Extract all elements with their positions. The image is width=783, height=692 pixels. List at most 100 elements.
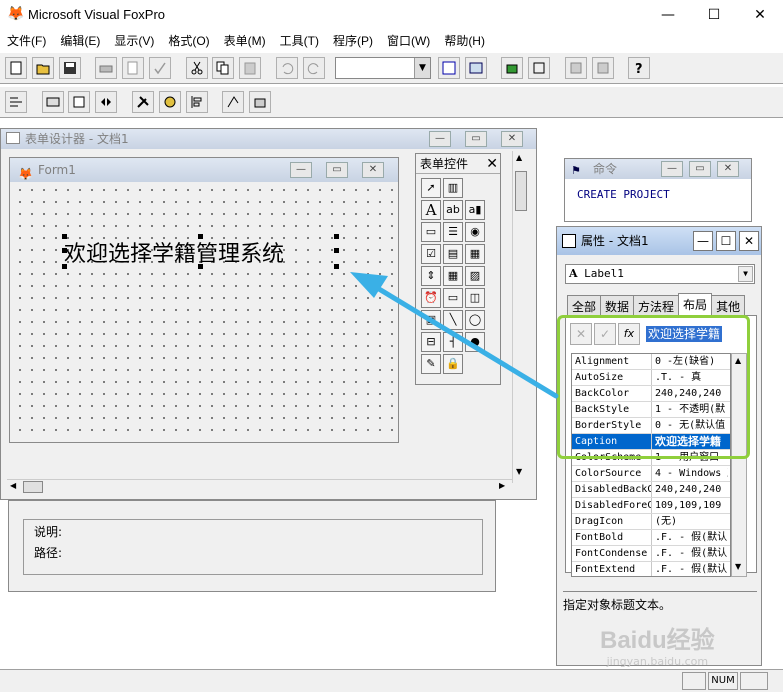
code-window-icon[interactable] [564,57,587,79]
class-library-icon[interactable]: ▥ [443,178,463,198]
autoformat-icon[interactable] [249,91,272,113]
form1-fox-icon: 🦊 [18,167,33,181]
tab-methods[interactable]: 方法程 [633,295,680,317]
form-designer-toolbar [0,86,783,118]
editbox-control-icon[interactable]: a▮ [465,200,485,220]
cmd-close-button[interactable]: ✕ [717,161,739,177]
object-dropdown-icon[interactable]: ▼ [738,266,753,282]
scroll-down-icon[interactable]: ▼ [516,467,522,476]
properties-icon[interactable] [68,91,91,113]
baidu-watermark: Baidu经验 jingyan.baidu.com [600,620,715,668]
props-maximize-button[interactable]: ☐ [716,231,736,251]
code-icon[interactable] [95,91,118,113]
undo-icon[interactable] [275,57,298,79]
tab-order-icon[interactable] [5,91,27,113]
menu-window[interactable]: 窗口(W) [380,30,437,51]
property-row[interactable]: DisabledForeC 109,109,109 [572,498,730,514]
tab-all[interactable]: 全部 [567,295,602,317]
new-file-icon[interactable] [5,57,27,79]
close-button[interactable]: ✕ [737,0,783,30]
resize-handle[interactable] [62,234,67,239]
open-folder-icon[interactable] [31,57,54,79]
cmd-maximize-button[interactable]: ▭ [689,161,711,177]
menu-help[interactable]: 帮助(H) [437,30,492,51]
app-title: Microsoft Visual FoxPro [28,7,166,22]
hscroll-thumb[interactable] [23,481,43,493]
command-text[interactable]: CREATE PROJECT [577,188,670,201]
property-row[interactable]: DragIcon (无) [572,514,730,530]
layout-toolbar-icon[interactable] [185,91,208,113]
data-environment-icon[interactable] [501,57,524,79]
textbox-control-icon[interactable]: ab [443,200,463,220]
menu-tools[interactable]: 工具(T) [273,30,326,51]
form1-minimize-button[interactable]: — [290,162,312,178]
form1-close-button[interactable]: ✕ [362,162,384,178]
select-pointer-icon[interactable]: ➚ [421,178,441,198]
props-close-button[interactable]: ✕ [739,231,759,251]
toolbar-combo[interactable]: ▼ [335,57,431,79]
command-button-icon[interactable]: ▭ [421,222,441,242]
menu-form[interactable]: 表单(M) [217,30,273,51]
property-row[interactable]: FontExtend .F. - 假(默认 [572,562,730,576]
copy-icon[interactable] [212,57,235,79]
form-window-icon[interactable] [438,57,460,79]
maximize-button[interactable]: ☐ [691,0,737,30]
redo-icon[interactable] [302,57,325,79]
color-palette-icon[interactable] [158,91,181,113]
props-minimize-button[interactable]: — [693,231,713,251]
controls-toolbar-close[interactable]: ✕ [486,154,498,174]
properties-window-icon[interactable] [528,57,551,79]
annotation-arrow [350,272,559,399]
property-row[interactable]: ColorSource4 - Windows 颜 [572,466,730,482]
minimize-button[interactable]: — [645,0,691,30]
menu-view[interactable]: 显示(V) [107,30,161,51]
tab-layout[interactable]: 布局 [678,293,713,317]
scroll-left-icon[interactable]: ◀ [10,481,16,490]
fd-minimize-button[interactable]: — [429,131,451,147]
report-icon[interactable] [464,57,487,79]
form-wizard-icon[interactable] [591,57,614,79]
option-group-icon[interactable]: ◉ [465,222,485,242]
scroll-right-icon[interactable]: ▶ [499,481,505,490]
watermark-url: jingyan.baidu.com [606,655,709,668]
status-panel [740,672,768,690]
form-designer-title: 表单设计器 - 文档1 [25,132,129,146]
cmd-minimize-button[interactable]: — [661,161,683,177]
form-builder-icon[interactable] [222,91,245,113]
cut-icon[interactable] [185,57,208,79]
save-icon[interactable] [58,57,81,79]
menu-program[interactable]: 程序(P) [326,30,380,51]
object-selector[interactable]: A Label1 ▼ [565,264,755,284]
label1[interactable]: 欢迎选择学籍管理系统 [62,234,339,269]
spellcheck-icon[interactable] [148,57,171,79]
resize-handle[interactable] [198,264,203,269]
tab-other[interactable]: 其他 [711,295,746,317]
print-icon[interactable] [95,57,118,79]
resize-handle[interactable] [198,234,203,239]
resize-handle[interactable] [334,234,339,239]
scroll-up-icon[interactable]: ▲ [516,153,522,162]
form1-maximize-button[interactable]: ▭ [326,162,348,178]
resize-handle[interactable] [62,264,67,269]
property-row[interactable]: FontCondense .F. - 假(默认 [572,546,730,562]
help-icon[interactable]: ? [628,57,651,79]
property-row[interactable]: DisabledBackC 240,240,240 [572,482,730,498]
paste-icon[interactable] [239,57,262,79]
menu-file[interactable]: 文件(F) [0,30,53,51]
label-control-icon[interactable]: A [421,200,441,220]
command-group-icon[interactable]: ☰ [443,222,463,242]
fd-close-button[interactable]: ✕ [501,131,523,147]
form-controls-toolbar-icon[interactable] [131,91,154,113]
print-preview-icon[interactable] [122,57,145,79]
data-env-icon[interactable] [41,91,64,113]
fd-horizontal-scrollbar[interactable]: ◀ ▶ [7,479,512,495]
menu-format[interactable]: 格式(O) [161,30,216,51]
path-label: 路径: [34,546,63,560]
prop-scroll-down-icon[interactable]: ▼ [735,562,741,571]
tab-data[interactable]: 数据 [600,295,635,317]
property-row[interactable]: FontBold .F. - 假(默认 [572,530,730,546]
fd-maximize-button[interactable]: ▭ [465,131,487,147]
menu-edit[interactable]: 编辑(E) [53,30,107,51]
resize-handle[interactable] [62,248,67,253]
scroll-thumb[interactable] [515,171,527,211]
